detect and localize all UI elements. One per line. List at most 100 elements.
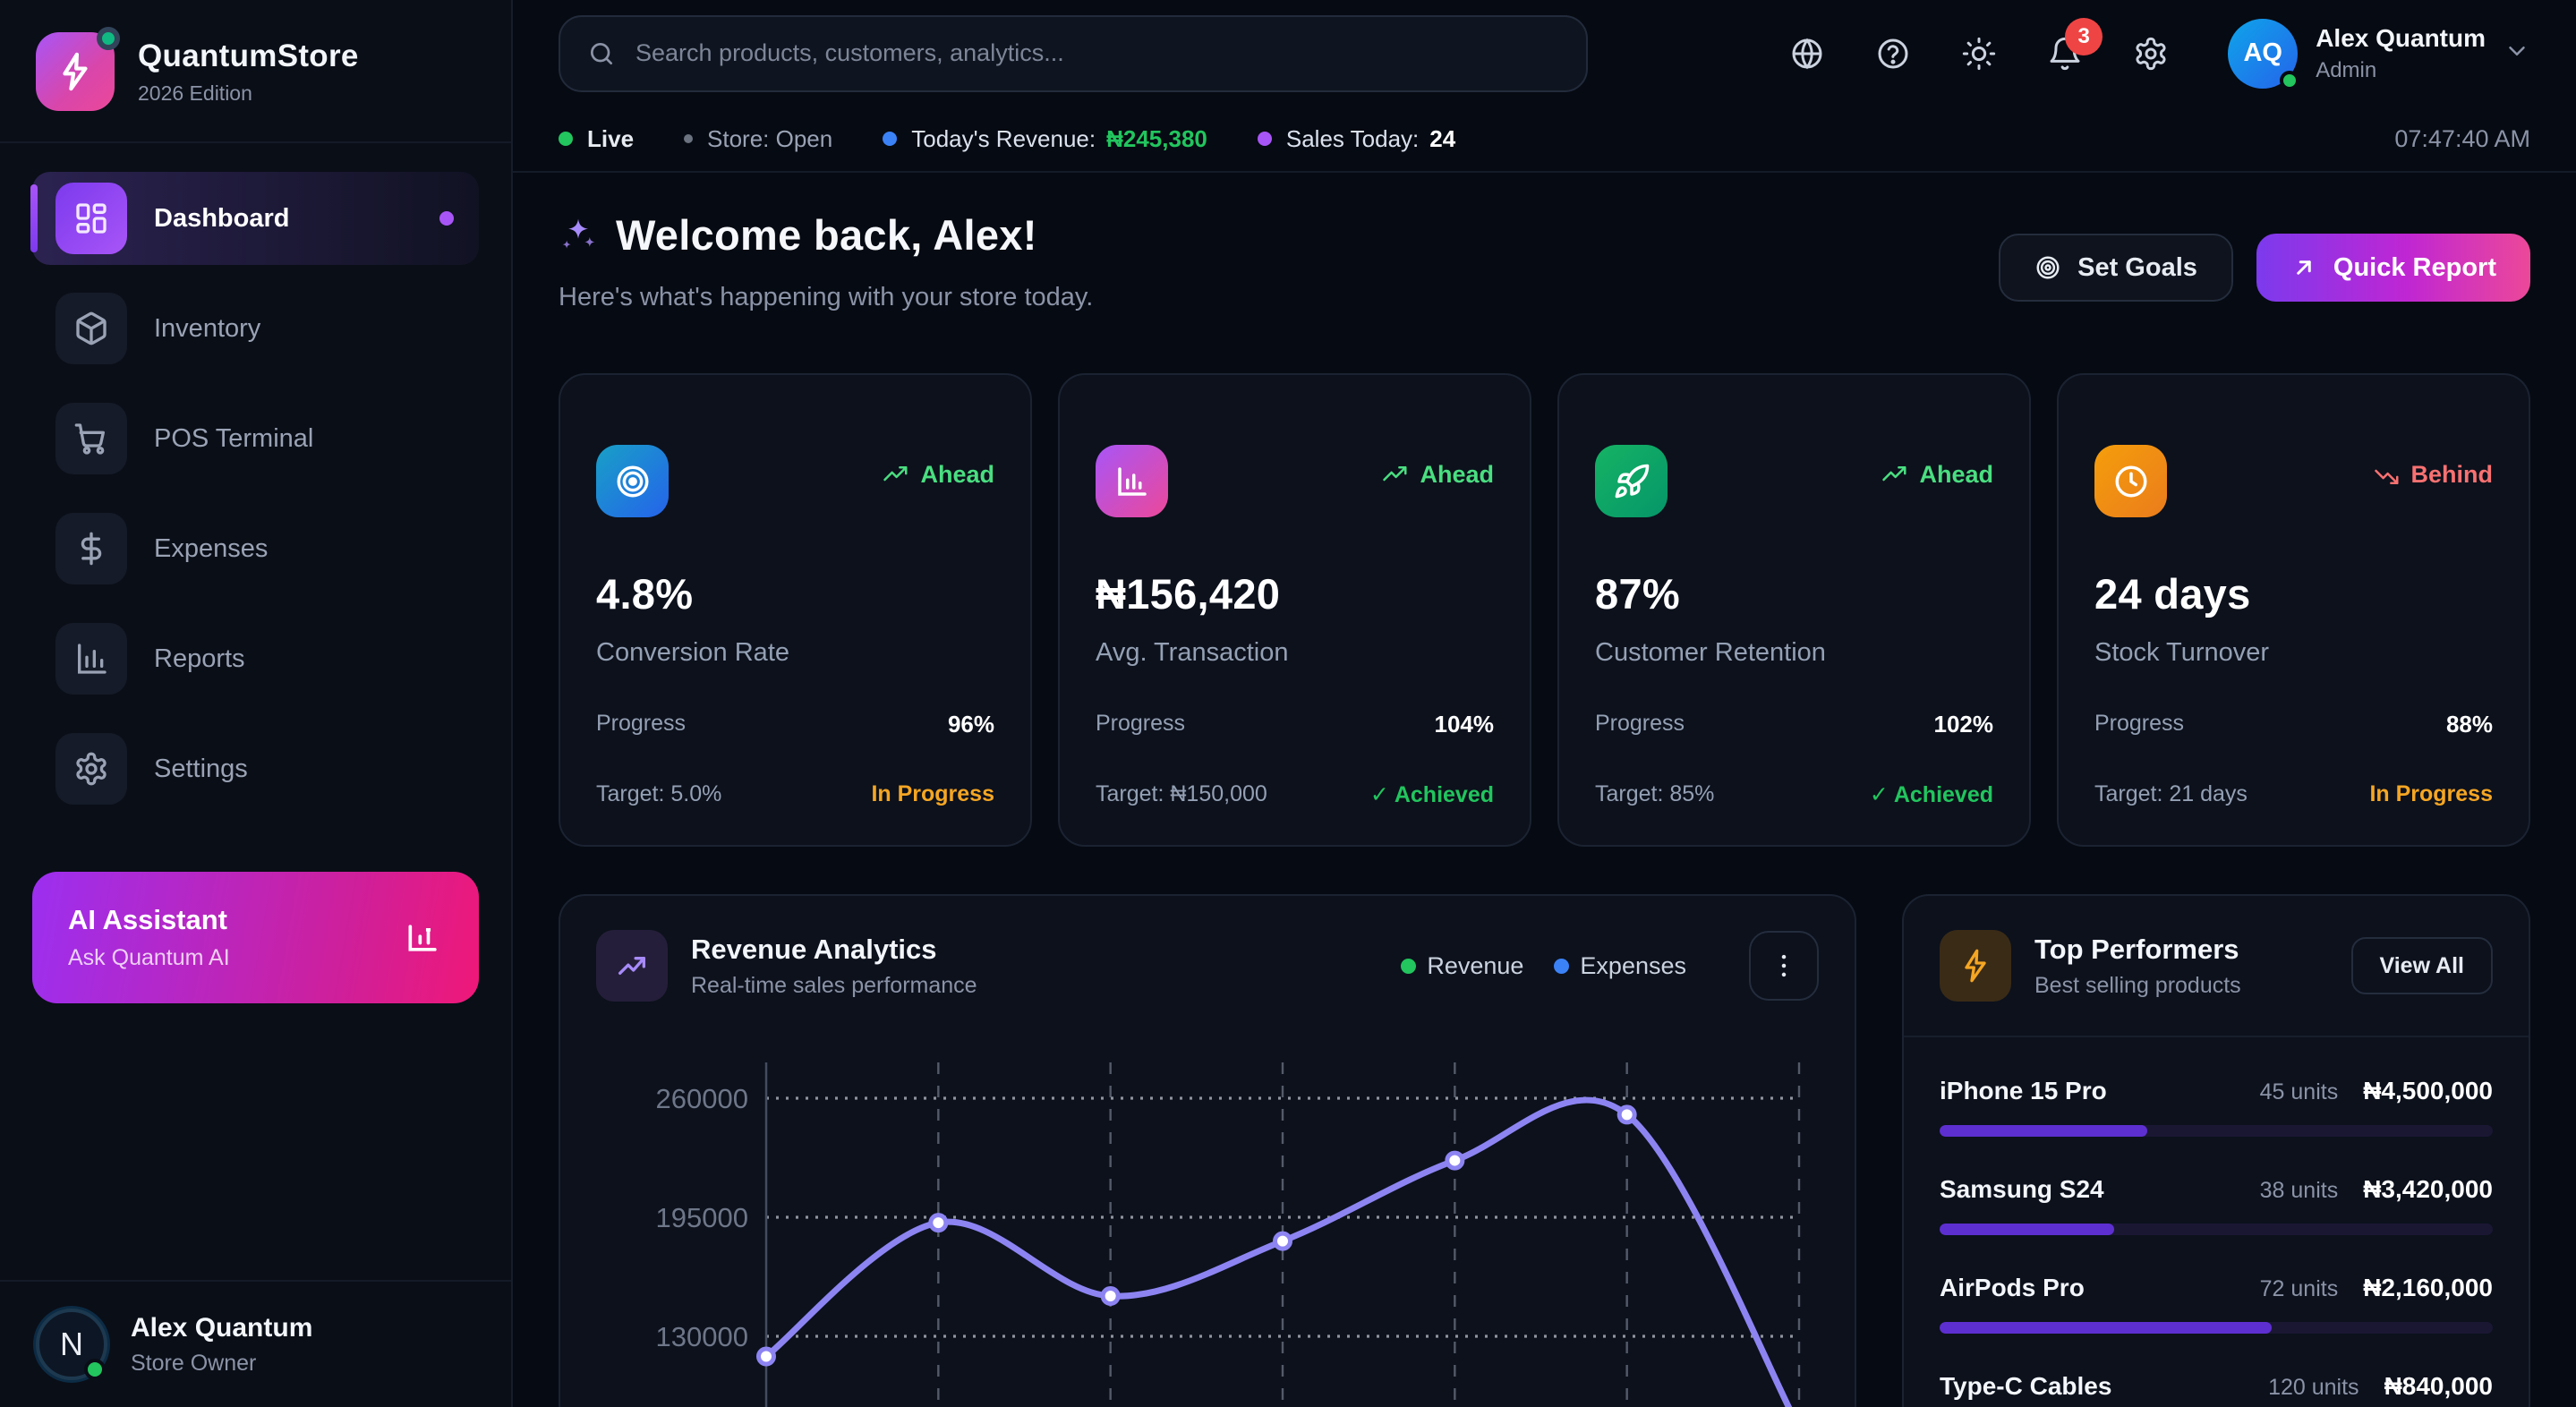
chart-subtitle: Real-time sales performance — [691, 973, 977, 999]
progress-percent: 102% — [1934, 711, 1994, 738]
search-bar[interactable] — [559, 15, 1588, 92]
sales-today: Sales Today: 24 — [1258, 125, 1455, 153]
product-bar — [1940, 1322, 2493, 1334]
notification-badge: 3 — [2065, 18, 2103, 55]
status-bar: Live Store: Open Today's Revenue: ₦245,3… — [513, 107, 2576, 173]
kpi-state: In Progress — [2369, 781, 2493, 807]
search-input[interactable] — [635, 39, 1559, 67]
svg-text:130000: 130000 — [656, 1321, 748, 1352]
brand: QuantumStore 2026 Edition — [0, 0, 511, 143]
product-name: iPhone 15 Pro — [1940, 1077, 2260, 1105]
top-performers-subtitle: Best selling products — [2034, 973, 2241, 999]
avatar-initial: N — [60, 1326, 83, 1363]
kpi-label: Customer Retention — [1595, 638, 1993, 668]
settings-button[interactable] — [2131, 34, 2171, 73]
dashboard-grid-icon — [55, 183, 127, 254]
avatar-initials: AQ — [2243, 38, 2282, 68]
legend-dot — [1554, 959, 1569, 974]
sidebar-item-label: Inventory — [154, 314, 260, 344]
search-icon — [587, 39, 616, 68]
progress-label: Progress — [1096, 711, 1185, 738]
top-performers-card: Top Performers Best selling products Vie… — [1902, 894, 2530, 1407]
sidebar-item-reports[interactable]: Reports — [32, 612, 479, 705]
globe-icon — [1789, 36, 1825, 72]
kpi-state: ✓ Achieved — [1370, 781, 1494, 808]
sidebar-item-settings[interactable]: Settings — [32, 722, 479, 815]
revenue-line-chart: 260000195000130000 — [596, 1039, 1819, 1407]
ai-assistant-card[interactable]: AI Assistant Ask Quantum AI — [32, 872, 479, 1003]
kpi-card-customer-retention: Ahead 87% Customer Retention Progress 10… — [1557, 373, 2031, 847]
avatar: N — [36, 1309, 107, 1380]
kpi-target: Target: ₦150,000 — [1096, 781, 1267, 808]
dollar-icon — [55, 513, 127, 584]
profile-menu[interactable]: AQ Alex Quantum Admin — [2228, 19, 2530, 89]
active-indicator-bar — [30, 184, 38, 252]
chart-legend: Revenue Expenses — [1401, 931, 1819, 1001]
store-status: Store: Open — [684, 125, 832, 153]
sidebar: QuantumStore 2026 Edition Dashboard Inve… — [0, 0, 513, 1407]
sidebar-item-expenses[interactable]: Expenses — [32, 502, 479, 595]
product-bar-fill — [1940, 1125, 2147, 1137]
kpi-label: Conversion Rate — [596, 638, 994, 668]
progress-label: Progress — [596, 711, 686, 738]
gear-icon — [2133, 36, 2169, 72]
sidebar-nav: Dashboard Inventory POS Terminal Expen — [0, 143, 511, 832]
product-row: Type-C Cables 120 units ₦840,000 — [1940, 1372, 2493, 1407]
product-revenue: ₦3,420,000 — [2363, 1175, 2493, 1204]
lightning-icon — [55, 51, 96, 92]
top-performers-title: Top Performers — [2034, 934, 2241, 966]
status-badge: Ahead — [1382, 461, 1494, 489]
bar-chart-icon — [1096, 445, 1168, 517]
sidebar-item-label: POS Terminal — [154, 424, 313, 454]
theme-toggle-button[interactable] — [1959, 34, 1999, 73]
product-row: Samsung S24 38 units ₦3,420,000 — [1940, 1175, 2493, 1235]
sidebar-user[interactable]: N Alex Quantum Store Owner — [0, 1280, 511, 1407]
product-revenue: ₦4,500,000 — [2363, 1077, 2493, 1105]
live-dot — [559, 132, 573, 146]
sidebar-item-pos-terminal[interactable]: POS Terminal — [32, 392, 479, 485]
progress-percent: 104% — [1435, 711, 1495, 738]
online-status-dot — [84, 1359, 106, 1380]
product-units: 120 units — [2268, 1375, 2358, 1401]
sparkles-icon — [559, 216, 598, 255]
active-indicator-dot — [439, 211, 454, 226]
revenue-dot — [883, 132, 897, 146]
status-badge: Ahead — [1881, 461, 1993, 489]
set-goals-button[interactable]: Set Goals — [1999, 234, 2233, 302]
top-performers-list: iPhone 15 Pro 45 units ₦4,500,000 Samsun… — [1904, 1037, 2529, 1407]
progress-percent: 96% — [948, 711, 994, 738]
revenue-analytics-card: Revenue Analytics Real-time sales perfor… — [559, 894, 1856, 1407]
rocket-icon — [1595, 445, 1668, 517]
trending-up-icon — [1881, 462, 1908, 489]
progress-label: Progress — [1595, 711, 1685, 738]
clock-icon — [2094, 445, 2167, 517]
user-name: Alex Quantum — [131, 1313, 312, 1343]
kpi-value: ₦156,420 — [1096, 569, 1494, 618]
ai-assistant-subtitle: Ask Quantum AI — [68, 945, 230, 971]
notifications-button[interactable]: 3 — [2045, 34, 2085, 73]
product-row: AirPods Pro 72 units ₦2,160,000 — [1940, 1274, 2493, 1334]
chart-title: Revenue Analytics — [691, 934, 977, 966]
kpi-value: 87% — [1595, 569, 1993, 618]
chart-options-button[interactable] — [1749, 931, 1819, 1001]
language-button[interactable] — [1787, 34, 1827, 73]
help-button[interactable] — [1873, 34, 1913, 73]
online-dot — [97, 27, 120, 50]
sidebar-item-inventory[interactable]: Inventory — [32, 282, 479, 375]
product-units: 38 units — [2260, 1178, 2339, 1204]
view-all-button[interactable]: View All — [2351, 937, 2493, 994]
trending-up-icon — [596, 930, 668, 1002]
product-bar-fill — [1940, 1224, 2114, 1235]
kpi-value: 24 days — [2094, 569, 2493, 618]
sidebar-item-dashboard[interactable]: Dashboard — [32, 172, 479, 265]
status-badge: Behind — [2374, 461, 2494, 489]
online-status-dot — [2280, 71, 2299, 90]
kpi-state: ✓ Achieved — [1870, 781, 1993, 808]
chevron-down-icon — [2503, 38, 2530, 69]
target-icon — [2034, 254, 2061, 281]
legend-item-revenue[interactable]: Revenue — [1401, 952, 1523, 980]
quick-report-button[interactable]: Quick Report — [2256, 234, 2530, 302]
brand-name: QuantumStore — [138, 38, 359, 74]
help-icon — [1875, 36, 1911, 72]
legend-item-expenses[interactable]: Expenses — [1554, 952, 1686, 980]
